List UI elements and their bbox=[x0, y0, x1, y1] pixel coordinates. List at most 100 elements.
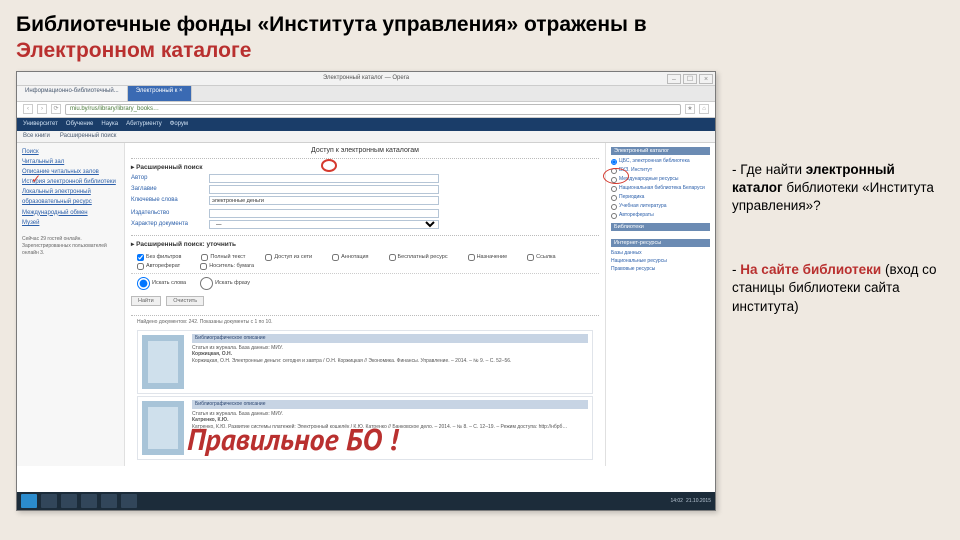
task-icon[interactable] bbox=[81, 494, 97, 508]
annotation: - Где найти электронный каталог библиоте… bbox=[732, 71, 942, 316]
check-item[interactable]: Автореферат bbox=[137, 263, 180, 270]
title-label: Заглавие bbox=[131, 186, 209, 192]
rbox-item[interactable]: Национальные ресурсы bbox=[611, 258, 710, 264]
card-author: Коржицкая, О.Н. bbox=[192, 351, 232, 357]
title-input[interactable] bbox=[209, 185, 439, 194]
crumb[interactable]: Расширенный поиск bbox=[60, 133, 117, 139]
nav-item[interactable]: Форум bbox=[170, 121, 188, 127]
rbox-item[interactable]: Учебная литература bbox=[611, 203, 710, 210]
nav-item[interactable]: Абитуриенту bbox=[126, 121, 162, 127]
search-button[interactable]: Найти bbox=[131, 296, 161, 306]
sidebar-item[interactable]: Описание читальных залов bbox=[22, 167, 119, 177]
card-line1: Статья из журнала. База данных: МИУ. bbox=[192, 411, 588, 418]
tray-date: 21.10.2015 bbox=[686, 498, 711, 504]
browser-tabs: Информационно-библиотечный... Электронны… bbox=[17, 86, 715, 102]
sidebar-item[interactable]: Музей bbox=[22, 218, 119, 228]
card-header: Библиографическое описание bbox=[192, 400, 588, 409]
filter-checks: Без фильтров Полный текст Доступ из сети… bbox=[131, 251, 599, 273]
url-field[interactable]: miu.by/rus/library/library_books… bbox=[65, 104, 681, 115]
section-header: ▸ Расширенный поиск bbox=[131, 163, 599, 171]
title-line2: Электронном каталоге bbox=[16, 39, 251, 62]
rbox-header: Электронный каталог bbox=[611, 147, 710, 155]
search-mode-radios: Искать слова Искать фразу bbox=[131, 273, 599, 293]
sidebar-item[interactable]: Читальный зал bbox=[22, 157, 119, 167]
author-label: Автор bbox=[131, 175, 209, 181]
results-count: Найдено документов: 242. Показаны докуме… bbox=[131, 316, 599, 329]
home-icon[interactable]: ⌂ bbox=[699, 104, 709, 114]
rbox-item[interactable]: Периодика bbox=[611, 194, 710, 201]
crumb[interactable]: Все книги bbox=[23, 133, 50, 139]
sidebar-item[interactable]: Локальный электронный образовательный ре… bbox=[22, 187, 119, 207]
check-item[interactable]: Без фильтров bbox=[137, 254, 181, 261]
result-card: Библиографическое описание Статья из жур… bbox=[137, 330, 593, 394]
sidebar-item[interactable]: Международный обмен bbox=[22, 208, 119, 218]
rbox-item[interactable]: Авторефераты bbox=[611, 212, 710, 219]
card-desc: Коржицкая, О.Н. Электронные деньги: сего… bbox=[192, 358, 588, 365]
check-item[interactable]: Аннотация bbox=[332, 254, 368, 261]
task-icon[interactable] bbox=[41, 494, 57, 508]
doctype-label: Характер документа bbox=[131, 221, 209, 227]
site-navbar: Университет Обучение Наука Абитуриенту Ф… bbox=[17, 118, 715, 131]
title-line1: Библиотечные фонды «Института управления… bbox=[16, 13, 647, 36]
minimize-icon[interactable]: – bbox=[667, 74, 681, 84]
task-icon[interactable] bbox=[121, 494, 137, 508]
author-input[interactable] bbox=[209, 174, 439, 183]
rbox-header: Интернет-ресурсы bbox=[611, 239, 710, 247]
rbox-item[interactable]: Правовые ресурсы bbox=[611, 266, 710, 272]
check-item[interactable]: Доступ из сети bbox=[265, 254, 312, 261]
publisher-input[interactable] bbox=[209, 209, 439, 218]
url-bar: ‹ › ⟳ miu.by/rus/library/library_books… … bbox=[17, 102, 715, 118]
nav-item[interactable]: Наука bbox=[101, 121, 118, 127]
sidebar-item[interactable]: Поиск bbox=[22, 147, 119, 157]
rbox-item[interactable]: Национальная библиотека Беларуси bbox=[611, 185, 710, 192]
section-header-2: ▸ Расширенный поиск: уточнить bbox=[131, 240, 599, 248]
radio-item[interactable]: Искать слова bbox=[137, 277, 186, 290]
rbox-item[interactable]: ВУЗ. Институт bbox=[611, 167, 710, 174]
rbox-header: Библиотеки bbox=[611, 223, 710, 231]
check-item[interactable]: Полный текст bbox=[201, 254, 245, 261]
annotation-question: - Где найти электронный каталог библиоте… bbox=[732, 161, 942, 216]
start-button[interactable] bbox=[21, 494, 37, 508]
taskbar: 14:02 21.10.2015 bbox=[17, 492, 715, 510]
nav-item[interactable]: Университет bbox=[23, 121, 58, 127]
book-thumb bbox=[142, 335, 184, 389]
window-title: Электронный каталог — Opera bbox=[323, 75, 409, 81]
tray-time: 14:02 bbox=[670, 498, 683, 504]
keywords-input[interactable]: электронные деньги bbox=[209, 196, 439, 205]
close-icon[interactable]: × bbox=[699, 74, 713, 84]
rbox-item[interactable]: Базы данных bbox=[611, 250, 710, 256]
forward-icon[interactable]: › bbox=[37, 104, 47, 114]
bookmark-icon[interactable]: ★ bbox=[685, 104, 695, 114]
book-thumb bbox=[142, 401, 184, 455]
radio-item[interactable]: Искать фразу bbox=[200, 277, 250, 290]
systray: 14:02 21.10.2015 bbox=[670, 498, 711, 504]
clear-button[interactable]: Очистить bbox=[166, 296, 204, 306]
online-note: Сейчас 29 гостей онлайн. Зарегистрирован… bbox=[22, 236, 119, 257]
back-icon[interactable]: ‹ bbox=[23, 104, 33, 114]
sidebar: Поиск Читальный зал Описание читальных з… bbox=[17, 143, 125, 467]
card-desc: Катренко, К.Ю. Развитие системы платежей… bbox=[192, 424, 588, 431]
rbox-item[interactable]: Международные ресурсы bbox=[611, 176, 710, 183]
check-item[interactable]: Ссылка bbox=[527, 254, 555, 261]
slide-title: Библиотечные фонды «Института управления… bbox=[16, 12, 944, 65]
card-line1: Статья из журнала. База данных: МИУ. bbox=[192, 345, 588, 352]
check-item[interactable]: Носитель: бумага bbox=[200, 263, 254, 270]
tab-2[interactable]: Электронный к × bbox=[128, 86, 192, 101]
answer-lead: На сайте библиотеки bbox=[740, 262, 881, 277]
result-card: Библиографическое описание Статья из жур… bbox=[137, 396, 593, 460]
annotation-answer: - На сайте библиотеки (вход со станицы б… bbox=[732, 261, 942, 316]
reload-icon[interactable]: ⟳ bbox=[51, 104, 61, 114]
keywords-label: Ключевые слова bbox=[131, 197, 209, 203]
rbox-item[interactable]: ЦБС, электронная библиотека bbox=[611, 158, 710, 165]
tab-1[interactable]: Информационно-библиотечный... bbox=[17, 86, 128, 101]
doctype-select[interactable]: — bbox=[209, 220, 439, 229]
check-item[interactable]: Бесплатный ресурс bbox=[389, 254, 448, 261]
task-icon[interactable] bbox=[101, 494, 117, 508]
maximize-icon[interactable]: ☐ bbox=[683, 74, 697, 84]
publisher-label: Издательство bbox=[131, 210, 209, 216]
check-item[interactable]: Назначение bbox=[468, 254, 508, 261]
button-row: Найти Очистить bbox=[131, 293, 599, 309]
sidebar-item[interactable]: История электронной библиотеки bbox=[22, 177, 119, 187]
task-icon[interactable] bbox=[61, 494, 77, 508]
nav-item[interactable]: Обучение bbox=[66, 121, 93, 127]
